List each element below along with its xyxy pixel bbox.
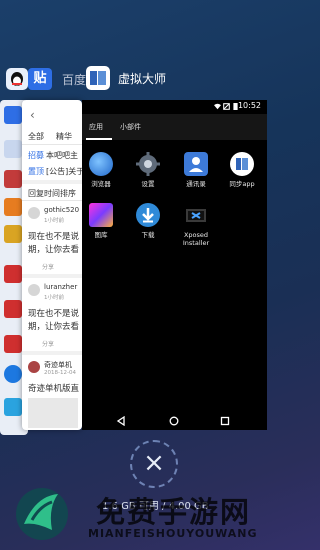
post-text[interactable]: 现在也不是说 [28,307,79,319]
virtual-master-app-icon [86,66,110,90]
app-sync[interactable]: 同步app [222,152,262,188]
back-arrow-icon[interactable]: ‹ [30,108,35,122]
app-download[interactable]: 下载 [128,203,168,239]
app-icon [4,365,22,383]
launcher-tabs: 应用 小部件 [82,114,267,140]
tab-all[interactable]: 全部 [28,131,44,142]
tag-pinned: 置顶 [28,167,44,176]
gallery-icon [89,203,113,227]
share-button[interactable]: 分享 [42,262,54,271]
app-icon [4,106,22,124]
close-icon[interactable]: × [130,440,178,488]
tab-widgets[interactable]: 小部件 [120,122,141,132]
app-settings[interactable]: 设置 [128,152,168,188]
settings-gear-icon [136,152,160,176]
share-button[interactable]: 分享 [42,339,54,348]
recent-card-tieba[interactable]: ‹ 全部 精华 招募 本吧吧主 置顶 [公告]关于 回复时间排序 gothic5… [22,100,82,430]
tag-recruit: 招募 [28,151,44,160]
app-icon [4,398,22,416]
xposed-installer-icon [184,203,208,227]
post-text[interactable]: 现在也不是说 [28,230,79,242]
recent-card-virtual-master[interactable] [82,100,267,430]
contacts-icon [184,152,208,176]
sync-app-icon [230,152,254,176]
app-icon [4,225,22,243]
app-icon [4,335,22,353]
no-sim-icon [223,103,230,110]
app-xposed-installer[interactable]: Xposed Installer [176,203,216,247]
recent-app-title: 百度 [62,73,87,87]
post-user: 奇迹单机 [44,361,72,369]
avatar [28,284,40,296]
download-icon [136,203,160,227]
post-text[interactable]: 奇迹单机版直 [28,382,79,394]
app-icon [4,300,22,318]
app-browser[interactable]: 浏览器 [81,152,121,188]
post-text[interactable]: 期，让你去看 [28,320,79,332]
wifi-icon [214,103,221,110]
post-time: 1小时前 [44,295,64,301]
browser-globe-icon [89,152,113,176]
post-time: 2018-12-04 [44,370,76,376]
app-gallery[interactable]: 图库 [81,203,121,239]
app-contacts[interactable]: 通讯录 [176,152,216,188]
avatar [28,361,40,373]
tab-indicator [86,138,112,140]
post-text[interactable]: 期，让你去看 [28,243,79,255]
tieba-app-icon: 贴 [28,68,52,90]
tab-apps[interactable]: 应用 [89,122,103,132]
navigation-bar [82,412,267,430]
watermark-subtitle: MIANFEISHOUYOUWANG [88,527,258,540]
post-user: luranzher [44,283,78,291]
post-image [28,398,78,428]
post-time: 1小时前 [44,218,64,224]
top-item-text[interactable]: 本吧吧主 [46,150,78,161]
app-icon [4,170,22,188]
recents-icon[interactable] [220,416,230,426]
recent-app-title: 虚拟大师 [118,72,167,86]
post-user: gothic520 [44,206,80,214]
home-icon[interactable] [169,416,179,426]
qq-app-icon [6,68,28,90]
avatar [28,207,40,219]
watermark-title: 免费手游网 [96,495,252,529]
top-item-text[interactable]: [公告]关于 [46,166,82,177]
status-bar: 10:52 [82,100,267,114]
tab-featured[interactable]: 精华 [56,131,72,142]
status-time: 10:52 [237,101,261,110]
app-icon [4,140,22,158]
watermark-logo [14,486,70,542]
back-icon[interactable] [116,416,126,426]
sort-label[interactable]: 回复时间排序 [28,188,76,199]
app-icon [4,265,22,283]
app-icon [4,198,22,216]
